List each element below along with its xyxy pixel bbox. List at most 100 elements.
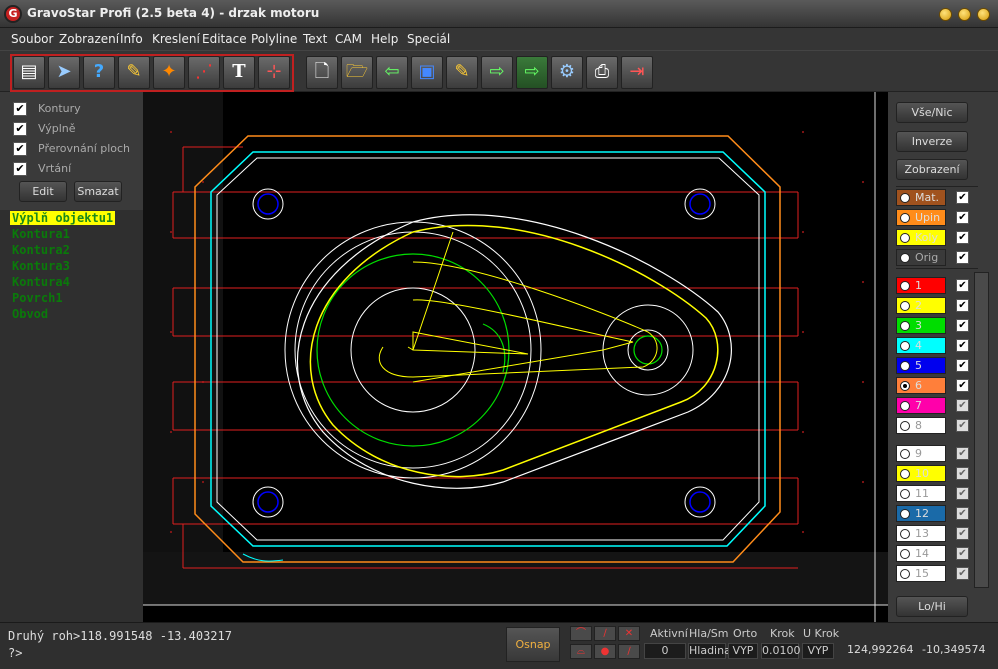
check-icon[interactable]: ✔ bbox=[13, 142, 27, 156]
layer-visible-checkbox[interactable]: ✔ bbox=[956, 359, 969, 372]
help-icon[interactable]: ? bbox=[83, 56, 115, 89]
maximize-button[interactable] bbox=[958, 8, 971, 21]
list-item[interactable]: Kontura2 bbox=[12, 243, 70, 257]
check-icon[interactable]: ✔ bbox=[13, 102, 27, 116]
node-edit-icon[interactable]: ⋰ bbox=[188, 56, 220, 89]
layer-radio[interactable] bbox=[900, 361, 910, 371]
menu-zobrazeni[interactable]: Zobrazení bbox=[59, 32, 119, 46]
snap-tangent-icon[interactable]: ⌓ bbox=[570, 644, 592, 659]
layer-radio[interactable] bbox=[900, 549, 910, 559]
checkbox-vyplne[interactable]: ✔ Výplně bbox=[8, 120, 150, 138]
menu-soubor[interactable]: Soubor bbox=[11, 32, 53, 46]
edit-file-icon[interactable]: ✎ bbox=[446, 56, 478, 89]
layer-radio[interactable] bbox=[900, 401, 910, 411]
layer-radio[interactable] bbox=[900, 193, 910, 203]
layer-visible-checkbox[interactable]: ✔ bbox=[956, 339, 969, 352]
command-input[interactable]: ?> bbox=[8, 646, 22, 660]
menu-polyline[interactable]: Polyline bbox=[251, 32, 297, 46]
list-item[interactable]: Povrch1 bbox=[12, 291, 63, 305]
layer-radio[interactable] bbox=[900, 381, 910, 391]
drawing-canvas[interactable] bbox=[143, 92, 888, 622]
layer-num-1[interactable]: 2 bbox=[896, 297, 946, 314]
save-icon[interactable]: ▣ bbox=[411, 56, 443, 89]
print-icon[interactable]: ⎙ bbox=[586, 56, 618, 89]
close-button[interactable] bbox=[977, 8, 990, 21]
layer-radio[interactable] bbox=[900, 529, 910, 539]
edit-button[interactable]: Edit bbox=[19, 181, 67, 202]
layer-radio[interactable] bbox=[900, 469, 910, 479]
layer-radio[interactable] bbox=[900, 509, 910, 519]
layer-num-4[interactable]: 5 bbox=[896, 357, 946, 374]
layer-num-14[interactable]: 15 bbox=[896, 565, 946, 582]
layer-visible-checkbox[interactable]: ✔ bbox=[956, 527, 969, 540]
menu-text[interactable]: Text bbox=[303, 32, 327, 46]
settings-gears-icon[interactable]: ⚙ bbox=[551, 56, 583, 89]
layer-num-3[interactable]: 4 bbox=[896, 337, 946, 354]
check-icon[interactable]: ✔ bbox=[13, 162, 27, 176]
list-item[interactable]: Kontura1 bbox=[12, 227, 70, 241]
hlasm-field[interactable]: Hladina bbox=[688, 643, 731, 659]
osnap-button[interactable]: Osnap bbox=[506, 627, 560, 662]
layer-visible-checkbox[interactable]: ✔ bbox=[956, 191, 969, 204]
snap-line-icon[interactable]: ∕ bbox=[594, 626, 616, 641]
display-button[interactable]: Zobrazení bbox=[896, 159, 968, 180]
layer-radio[interactable] bbox=[900, 341, 910, 351]
layer-special-0[interactable]: Mat. bbox=[896, 189, 946, 206]
list-item[interactable]: Kontura4 bbox=[12, 275, 70, 289]
checkbox-kontury[interactable]: ✔ Kontury bbox=[8, 100, 150, 118]
menu-info[interactable]: Info bbox=[120, 32, 143, 46]
measure-icon[interactable]: ⊹ bbox=[258, 56, 290, 89]
layer-num-6[interactable]: 7 bbox=[896, 397, 946, 414]
layer-radio[interactable] bbox=[900, 421, 910, 431]
krok-field[interactable]: 0.0100 bbox=[761, 643, 801, 659]
layer-scrollbar[interactable] bbox=[974, 272, 989, 588]
layer-visible-checkbox[interactable]: ✔ bbox=[956, 507, 969, 520]
layer-visible-checkbox[interactable]: ✔ bbox=[956, 299, 969, 312]
layer-num-11[interactable]: 12 bbox=[896, 505, 946, 522]
layer-visible-checkbox[interactable]: ✔ bbox=[956, 399, 969, 412]
layer-visible-checkbox[interactable]: ✔ bbox=[956, 379, 969, 392]
layer-visible-checkbox[interactable]: ✔ bbox=[956, 547, 969, 560]
export-icon[interactable]: ⇨ bbox=[481, 56, 513, 89]
lo-hi-button[interactable]: Lo/Hi bbox=[896, 596, 968, 617]
layer-radio[interactable] bbox=[900, 281, 910, 291]
layer-radio[interactable] bbox=[900, 301, 910, 311]
pencil-icon[interactable]: ✎ bbox=[118, 56, 150, 89]
layer-radio[interactable] bbox=[900, 569, 910, 579]
layer-radio[interactable] bbox=[900, 213, 910, 223]
shape-edit-icon[interactable]: ✦ bbox=[153, 56, 185, 89]
layer-visible-checkbox[interactable]: ✔ bbox=[956, 447, 969, 460]
layer-visible-checkbox[interactable]: ✔ bbox=[956, 251, 969, 264]
snap-center-icon[interactable]: ● bbox=[594, 644, 616, 659]
layer-visible-checkbox[interactable]: ✔ bbox=[956, 487, 969, 500]
layer-visible-checkbox[interactable]: ✔ bbox=[956, 419, 969, 432]
layer-radio[interactable] bbox=[900, 253, 910, 263]
snap-endpoint-icon[interactable]: ⌒ bbox=[570, 626, 592, 641]
list-item[interactable]: Výplň objektu1 bbox=[10, 211, 116, 225]
menu-special[interactable]: Speciál bbox=[407, 32, 450, 46]
text-icon[interactable]: T bbox=[223, 56, 255, 89]
layer-num-12[interactable]: 13 bbox=[896, 525, 946, 542]
aktivni-field[interactable]: 0 bbox=[644, 643, 686, 659]
layer-visible-checkbox[interactable]: ✔ bbox=[956, 467, 969, 480]
layer-num-7[interactable]: 8 bbox=[896, 417, 946, 434]
invert-button[interactable]: Inverze bbox=[896, 131, 968, 152]
layer-visible-checkbox[interactable]: ✔ bbox=[956, 211, 969, 224]
orto-field[interactable]: VYP bbox=[728, 643, 758, 659]
all-none-button[interactable]: Vše/Nic bbox=[896, 102, 968, 123]
layer-num-0[interactable]: 1 bbox=[896, 277, 946, 294]
layer-special-1[interactable]: Upin bbox=[896, 209, 946, 226]
document-icon[interactable]: ▤ bbox=[13, 56, 45, 89]
snap-nearest-icon[interactable]: ∕ bbox=[618, 644, 640, 659]
list-item[interactable]: Obvod bbox=[12, 307, 48, 321]
layer-num-9[interactable]: 10 bbox=[896, 465, 946, 482]
new-file-icon[interactable]: 🗋 bbox=[306, 56, 338, 89]
menu-cam[interactable]: CAM bbox=[335, 32, 362, 46]
checkbox-prerovnani[interactable]: ✔ Přerovnání ploch bbox=[8, 140, 150, 158]
layer-visible-checkbox[interactable]: ✔ bbox=[956, 231, 969, 244]
layer-radio[interactable] bbox=[900, 321, 910, 331]
menu-kresleni[interactable]: Kreslení bbox=[152, 32, 200, 46]
snap-intersection-icon[interactable]: ✕ bbox=[618, 626, 640, 641]
list-item[interactable]: Kontura3 bbox=[12, 259, 70, 273]
layer-num-13[interactable]: 14 bbox=[896, 545, 946, 562]
